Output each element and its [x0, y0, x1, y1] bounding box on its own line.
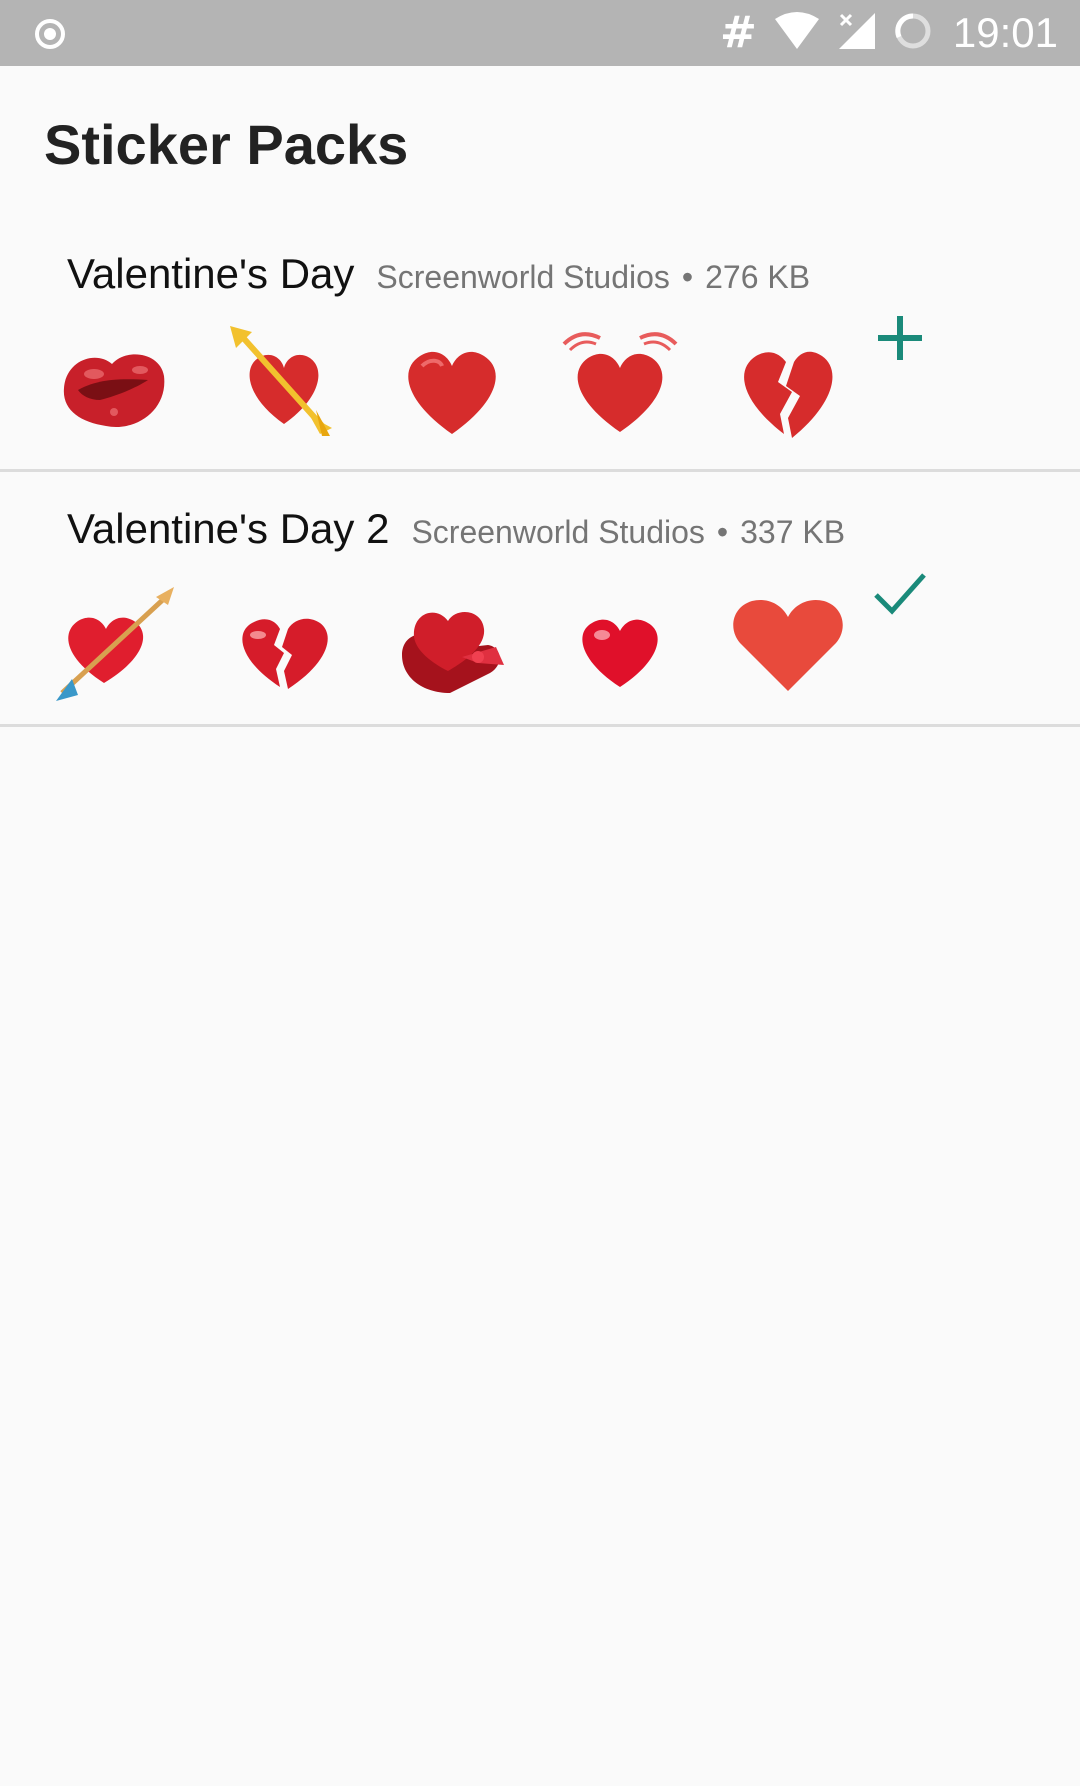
heart-arrow-icon [56, 583, 176, 703]
broken-heart-icon [224, 587, 344, 707]
pack-name: Valentine's Day [67, 250, 355, 297]
hash-icon: # [720, 7, 757, 58]
beating-heart-icon [560, 324, 680, 444]
sticker-pack-row[interactable]: Valentine's Day 2 Screenworld Studios • … [0, 473, 1080, 727]
kiss-lips-icon [56, 330, 176, 450]
pack-size: 337 KB [740, 514, 846, 550]
glossy-heart-icon [560, 587, 680, 707]
status-time: 19:01 [952, 9, 1058, 56]
heart-with-arrow-icon [224, 324, 344, 444]
battery-icon [893, 11, 933, 56]
pack-size: 276 KB [705, 259, 811, 295]
status-bar: # 19:01 [0, 0, 1080, 66]
pack-publisher: Screenworld Studios [411, 514, 705, 550]
check-icon[interactable] [868, 561, 932, 625]
meta-separator: • [716, 514, 729, 550]
pack-publisher: Screenworld Studios [376, 259, 670, 295]
wifi-icon [773, 11, 821, 56]
sticker-pack-row[interactable]: Valentine's Day Screenworld Studios • 27… [0, 218, 1080, 472]
signal-icon [837, 11, 877, 56]
page-title: Sticker Packs [44, 113, 409, 176]
record-icon [34, 18, 66, 50]
flat-heart-icon [728, 579, 848, 699]
heart-gift-box-icon [392, 585, 512, 705]
add-icon[interactable] [868, 306, 932, 370]
pack-name: Valentine's Day 2 [67, 505, 390, 552]
meta-separator: • [681, 259, 694, 295]
red-heart-icon [392, 330, 512, 450]
broken-heart-icon [728, 330, 848, 450]
